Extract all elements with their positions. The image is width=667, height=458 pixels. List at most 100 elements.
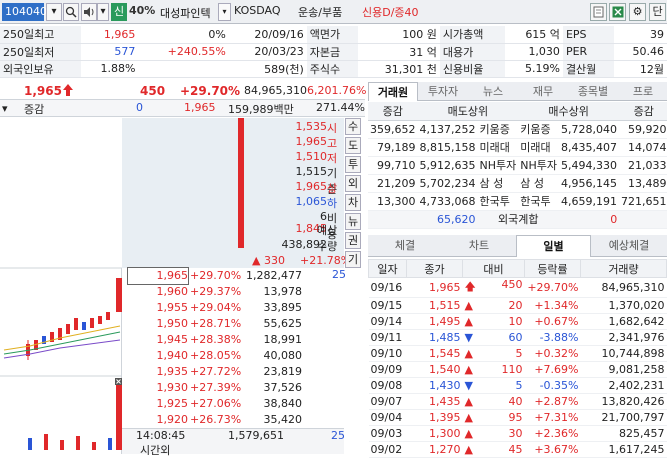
- tab-trade[interactable]: 일별: [516, 235, 591, 257]
- expand-icon[interactable]: ▾: [2, 102, 8, 115]
- bid-row[interactable]: 1,920 +26.73% 35,420: [122, 412, 344, 428]
- side-button[interactable]: 외: [345, 175, 361, 192]
- bid-row[interactable]: 1,950 +28.71% 55,625: [122, 316, 344, 332]
- summary-value: 1,515: [295, 165, 328, 178]
- tab-broker[interactable]: 거래원: [368, 82, 418, 101]
- daily-header[interactable]: 거래량: [580, 259, 667, 278]
- daily-row[interactable]: 09/09 1,540 ▲ 110 +7.69% 9,081,258: [368, 361, 667, 378]
- stock-code-input[interactable]: 104040: [2, 3, 47, 21]
- bid-row[interactable]: 1,955 +29.04% 33,895: [122, 300, 344, 316]
- daily-row[interactable]: 09/10 1,545 ▲ 5 +0.32% 10,744,898: [368, 345, 667, 362]
- broker-cell: 59,920: [618, 120, 667, 139]
- tab-trade[interactable]: 예상체결: [591, 235, 667, 257]
- bid-row[interactable]: 1,965 +29.70% 1,282,477: [122, 267, 344, 285]
- side-button[interactable]: 권: [345, 232, 361, 249]
- daily-diff-value: 10: [508, 315, 523, 328]
- daily-diff: 🡅 450: [462, 277, 525, 298]
- expected-change: ▲ 330: [252, 254, 285, 267]
- code-dropdown-icon[interactable]: ▾: [46, 3, 62, 21]
- daily-diff: ▼ 60: [462, 329, 525, 346]
- daily-row[interactable]: 09/08 1,430 ▼ 5 -0.35% 2,402,231: [368, 377, 667, 394]
- side-button[interactable]: 차: [345, 194, 361, 211]
- info-cell: 1.88%: [80, 60, 139, 78]
- daily-table: 일자 종가 대비 등락률 거래량 09/16 1,965 🡅 450 +29.70% 84,965…: [368, 259, 667, 458]
- bid-rate: +26.73%: [190, 413, 242, 426]
- daily-date: 09/10: [368, 345, 407, 362]
- bid-row[interactable]: 1,940 +28.05% 40,080: [122, 348, 344, 364]
- bid-row[interactable]: 1,935 +27.72% 23,819: [122, 364, 344, 380]
- speaker-dropdown-icon[interactable]: ▾: [97, 3, 109, 21]
- daily-header[interactable]: 종가: [406, 259, 463, 278]
- market-label: KOSDAQ: [234, 4, 281, 17]
- document-icon[interactable]: [590, 3, 607, 21]
- side-button[interactable]: 수: [345, 118, 361, 135]
- broker-row[interactable]: 359,652 4,137,252 키움증 키움증 5,728,040 59,920: [368, 120, 667, 139]
- daily-volume: 825,457: [580, 425, 667, 442]
- daily-row[interactable]: 09/07 1,435 ▲ 40 +2.87% 13,820,426: [368, 393, 667, 410]
- daily-header[interactable]: 대비: [462, 259, 525, 278]
- bid-row[interactable]: 1,925 +27.06% 38,840: [122, 396, 344, 412]
- broker-row[interactable]: 79,189 8,815,158 미래대 미래대 8,435,407 14,074: [368, 138, 667, 157]
- daily-header[interactable]: 일자: [368, 259, 407, 278]
- summary-label: 하: [327, 197, 338, 210]
- daily-row[interactable]: 09/03 1,300 ▲ 30 +2.36% 825,457: [368, 425, 667, 442]
- daily-rate: +2.87%: [524, 393, 581, 410]
- name-dropdown-icon[interactable]: ▾: [218, 3, 231, 21]
- current-price: 1,965: [24, 84, 62, 98]
- daily-header[interactable]: 등락률: [524, 259, 581, 278]
- summary-value: 1,065: [295, 195, 328, 208]
- info-cell: 589(천): [228, 60, 307, 78]
- extra-button[interactable]: 단: [649, 3, 666, 21]
- broker-cell: 한국투: [477, 192, 519, 211]
- summary-label: 상: [327, 182, 338, 195]
- broker-row[interactable]: 13,300 4,733,068 한국투 한국투 4,659,191 721,651: [368, 192, 667, 211]
- tab-trade[interactable]: 차트: [442, 235, 516, 257]
- broker-row[interactable]: 21,209 5,702,234 삼 성삼 성 4,956,145 13,489: [368, 174, 667, 193]
- daily-date: 09/07: [368, 393, 407, 410]
- tab-trade[interactable]: 체결: [368, 235, 442, 257]
- daily-close: 1,485: [406, 329, 463, 346]
- bid-row[interactable]: 1,930 +27.39% 37,526: [122, 380, 344, 396]
- stock-info-table: 250일최고 1,965 0% 20/09/16 액면가 100 원 시가총액 615 억 EP…: [0, 26, 667, 78]
- daily-row[interactable]: 09/15 1,515 ▲ 20 +1.34% 1,370,020: [368, 297, 667, 314]
- info-cell: 시가총액: [439, 26, 506, 44]
- info-cell: 외국인보유: [0, 60, 81, 78]
- tab-broker[interactable]: 종목별: [568, 82, 618, 101]
- tab-broker[interactable]: 뉴스: [468, 82, 518, 101]
- daily-row[interactable]: 09/11 1,485 ▼ 60 -3.88% 2,341,976: [368, 329, 667, 346]
- bid-row[interactable]: 1,960 +29.37% 13,978: [122, 284, 344, 300]
- daily-row[interactable]: 09/04 1,395 ▲ 95 +7.31% 21,700,797: [368, 409, 667, 426]
- broker-cell: 8,435,407: [558, 138, 619, 157]
- daily-row[interactable]: 09/14 1,495 ▲ 10 +0.67% 1,682,642: [368, 313, 667, 330]
- broker-cell: 미래대: [477, 138, 519, 157]
- info-cell: 주식수: [306, 60, 359, 78]
- bid-row[interactable]: 1,945 +28.38% 18,991: [122, 332, 344, 348]
- broker-cell: 키움증: [477, 120, 519, 139]
- side-button[interactable]: 도: [345, 137, 361, 154]
- info-cell: 615 억: [505, 26, 563, 44]
- side-button[interactable]: 기: [345, 251, 361, 268]
- tab-broker[interactable]: 재무: [518, 82, 568, 101]
- daily-row[interactable]: 09/02 1,270 ▲ 45 +3.67% 1,617,245: [368, 441, 667, 458]
- daily-volume: 13,820,426: [580, 393, 667, 410]
- daily-rate: +0.32%: [524, 345, 581, 362]
- tab-broker[interactable]: 프로: [618, 82, 667, 101]
- daily-diff-value: 95: [508, 411, 523, 424]
- search-icon[interactable]: [63, 3, 79, 21]
- side-button[interactable]: 뉴: [345, 213, 361, 230]
- bid-rate: +27.06%: [190, 397, 242, 410]
- foreign-sell: 65,620: [368, 210, 478, 229]
- expected-change-value: 330: [263, 254, 285, 267]
- side-button[interactable]: 투: [345, 156, 361, 173]
- bid-qty: 35,420: [263, 413, 303, 426]
- daily-volume: 10,744,898: [580, 345, 667, 362]
- speaker-icon[interactable]: [81, 3, 97, 21]
- excel-icon[interactable]: [609, 3, 626, 21]
- info-cell: 1,030: [505, 43, 563, 61]
- daily-row[interactable]: 09/16 1,965 🡅 450 +29.70% 84,965,310: [368, 277, 667, 298]
- broker-row[interactable]: 99,710 5,912,635 NH투자 NH투자 5,494,330 21,033: [368, 156, 667, 175]
- tab-broker[interactable]: 투자자: [418, 82, 468, 101]
- gear-icon[interactable]: ⚙: [629, 3, 646, 21]
- credit-sin-badge[interactable]: 신: [111, 3, 127, 21]
- daily-volume: 21,700,797: [580, 409, 667, 426]
